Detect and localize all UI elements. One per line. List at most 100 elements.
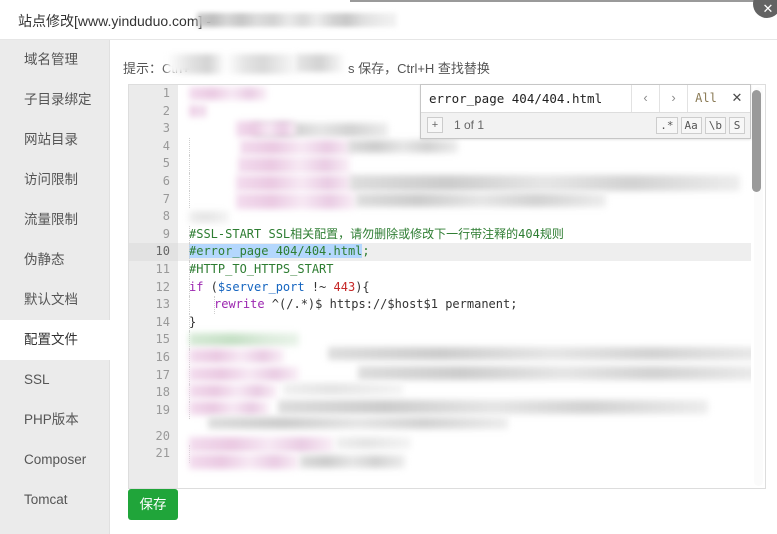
redacted-blob: [238, 157, 350, 173]
line-number: 5: [162, 156, 170, 171]
redacted-blob: [350, 175, 740, 191]
redacted-blob: [283, 383, 403, 395]
indent-guide: [189, 190, 191, 209]
search-input[interactable]: [421, 85, 631, 112]
sidebar-item-label: 流量限制: [24, 212, 78, 227]
tip-redacted-region-b: [296, 54, 344, 72]
redacted-blob: [356, 193, 606, 207]
redacted-blob: [189, 333, 299, 346]
find-input-row: ‹ › All ✕: [421, 85, 750, 113]
line-number: 3: [162, 121, 170, 136]
code-token-keyword: rewrite: [214, 297, 265, 312]
code-line-11: #HTTP_TO_HTTPS_START: [178, 260, 751, 279]
redacted-blob: [240, 140, 352, 155]
sidebar-item-traffic-limit[interactable]: 流量限制: [0, 200, 109, 240]
indent-guide: [189, 296, 191, 314]
sidebar-item-php-version[interactable]: PHP版本: [0, 400, 109, 440]
find-status-row: + 1 of 1 .* Aa \b S: [421, 113, 750, 138]
sidebar-item-ssl[interactable]: SSL: [0, 360, 109, 400]
code-token-paren: (: [203, 279, 218, 294]
site-edit-dialog: 站点修改[www.yinduduo.com] - ✕ 域名管理 子目录绑定 网站…: [0, 0, 777, 534]
line-number: 14: [155, 314, 170, 329]
code-token-rest: ^(/.*)$ https://$host$1 permanent;: [264, 297, 518, 312]
code-token-brace: ){: [355, 279, 370, 294]
regex-toggle-icon[interactable]: .*: [656, 117, 678, 134]
sidebar-item-config-file[interactable]: 配置文件: [0, 320, 111, 360]
redacted-blob: [189, 384, 277, 398]
close-icon[interactable]: ✕: [753, 0, 777, 18]
code-content[interactable]: #SSL-START SSL相关配置，请勿删除或修改下一行带注释的404规则 #…: [178, 85, 751, 488]
redacted-blob: [189, 454, 299, 469]
editor-scrollbar-thumb[interactable]: [752, 90, 761, 192]
sidebar-item-access-limit[interactable]: 访问限制: [0, 160, 109, 200]
sidebar-item-label: PHP版本: [24, 412, 79, 427]
line-number: 16: [155, 349, 170, 364]
redacted-blob: [278, 400, 708, 414]
redacted-blob: [348, 140, 458, 153]
code-token-operator: !~: [304, 279, 334, 294]
line-number: 8: [162, 209, 170, 224]
line-number: 1: [162, 86, 170, 100]
sidebar-item-subdir-bind[interactable]: 子目录绑定: [0, 80, 109, 120]
sidebar-item-label: SSL: [24, 372, 50, 387]
line-number: 4: [162, 138, 170, 153]
line-number: 12: [155, 279, 170, 294]
sidebar-item-site-dir[interactable]: 网站目录: [0, 120, 109, 160]
redacted-blob: [236, 121, 296, 137]
redacted-blob: [328, 347, 751, 360]
match-case-toggle-icon[interactable]: Aa: [680, 117, 702, 134]
indent-guide: [189, 137, 191, 156]
sidebar-item-label: 网站目录: [24, 132, 78, 147]
indent-guide: [189, 313, 191, 332]
redacted-blob: [189, 211, 229, 223]
editor-scrollbar-track[interactable]: [752, 87, 763, 486]
redacted-blob: [300, 455, 405, 468]
sidebar-item-label: 域名管理: [24, 52, 78, 67]
config-file-editor[interactable]: 1 2 3 4 5 6 7 8 9 10 11 12 13 14 15 16 1…: [128, 84, 766, 489]
main-panel: 提示：Ctrl+ s 保存，Ctrl+H 查找替换 1 2 3 4 5 6 7 …: [111, 40, 777, 534]
line-number: 2: [162, 103, 170, 118]
sidebar-item-composer[interactable]: Composer: [0, 440, 109, 480]
indent-guide: [189, 155, 191, 173]
indent-guide: [189, 225, 191, 244]
code-line-10-current: #error_page 404/404.html;: [178, 243, 751, 261]
find-options-group: .* Aa \b S: [656, 117, 745, 134]
redacted-blob: [189, 401, 269, 415]
sidebar-item-rewrite[interactable]: 伪静态: [0, 240, 109, 280]
redacted-blob: [189, 87, 267, 100]
sidebar-item-label: 子目录绑定: [24, 92, 92, 107]
find-next-icon[interactable]: ›: [659, 85, 687, 112]
redacted-blob: [189, 367, 299, 381]
sidebar-item-default-doc[interactable]: 默认文档: [0, 280, 109, 320]
indent-guide: [189, 260, 191, 279]
code-line-12: if ($server_port !~ 443){: [178, 278, 751, 297]
find-previous-icon[interactable]: ‹: [631, 85, 659, 112]
shortcut-tip-suffix: s 保存，Ctrl+H 查找替换: [348, 61, 490, 76]
sidebar-item-tomcat[interactable]: Tomcat: [0, 480, 109, 520]
expand-replace-icon[interactable]: +: [427, 117, 443, 133]
line-number: 18: [155, 385, 170, 400]
selection-toggle-icon[interactable]: S: [729, 117, 745, 134]
redacted-blob: [236, 175, 354, 191]
sidebar-item-label: 伪静态: [24, 252, 65, 267]
indent-guide: [189, 172, 191, 191]
save-button[interactable]: 保存: [128, 489, 178, 520]
line-number: 11: [155, 261, 170, 276]
indent-guide: [189, 278, 191, 297]
redacted-blob: [336, 437, 411, 449]
code-token-comment: #SSL-START SSL相关配置，请勿删除或修改下一行带注释的404规则: [189, 226, 564, 241]
indent-guide: [214, 296, 216, 314]
sidebar-item-domain-manage[interactable]: 域名管理: [0, 40, 109, 80]
sidebar: 域名管理 子目录绑定 网站目录 访问限制 流量限制 伪静态 默认文档 配置文件 …: [0, 40, 111, 534]
find-replace-widget: ‹ › All ✕ + 1 of 1 .* Aa \b S: [420, 84, 751, 139]
redacted-blob: [236, 193, 356, 209]
line-number-current: 10: [129, 243, 178, 261]
line-number: 7: [162, 191, 170, 206]
code-token-comment: #HTTP_TO_HTTPS_START: [189, 261, 334, 276]
line-number: 13: [155, 297, 170, 312]
whole-word-toggle-icon[interactable]: \b: [704, 117, 726, 134]
line-number: 9: [162, 226, 170, 241]
find-all-button[interactable]: All: [687, 85, 724, 112]
close-find-icon[interactable]: ✕: [724, 85, 750, 112]
redacted-blob: [189, 105, 207, 117]
